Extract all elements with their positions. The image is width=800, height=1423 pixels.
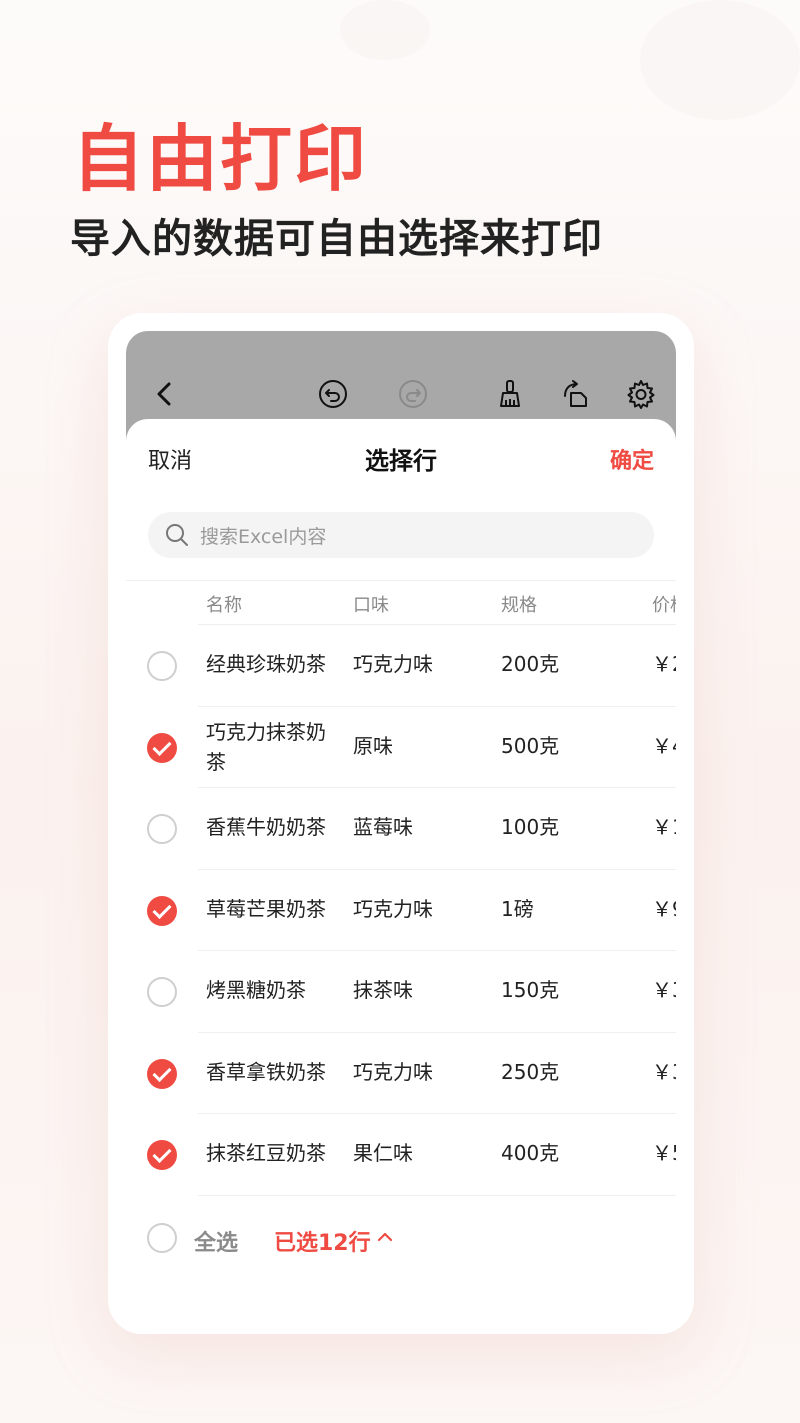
- cell-name: 香草拿铁奶茶: [206, 1059, 326, 1084]
- background-blob: [340, 0, 430, 60]
- app-screen: 取消 选择行 确定 搜索Excel内容 名称 口味 规格 价格: [126, 331, 676, 1334]
- cell-flavor: 蓝莓味: [353, 815, 413, 839]
- clear-icon[interactable]: [493, 377, 527, 411]
- divider: [198, 1194, 676, 1196]
- select-all-label[interactable]: 全选: [194, 1225, 238, 1257]
- column-header-price: 价格: [652, 595, 676, 616]
- cell-spec: 200克: [501, 652, 560, 676]
- cell-spec: 1磅: [501, 896, 534, 921]
- search-placeholder: 搜索Excel内容: [200, 525, 327, 548]
- row-checkbox[interactable]: [147, 977, 177, 1007]
- sheet-header: 取消 选择行 确定: [126, 419, 676, 495]
- cell-spec: 150克: [501, 978, 560, 1002]
- redo-icon[interactable]: [396, 377, 430, 411]
- select-all-checkbox[interactable]: [147, 1223, 177, 1253]
- column-header-spec: 规格: [501, 595, 537, 616]
- cell-flavor: 果仁味: [353, 1141, 413, 1165]
- table-row[interactable]: 经典珍珠奶茶 巧克力味 200克 ￥2: [126, 625, 676, 707]
- phone-mockup: 取消 选择行 确定 搜索Excel内容 名称 口味 规格 价格: [108, 313, 694, 1334]
- cell-price: ￥9: [652, 896, 676, 921]
- cell-price: ￥5: [652, 1141, 676, 1165]
- cell-flavor: 抹茶味: [353, 978, 413, 1002]
- cell-name: 抹茶红豆奶茶: [206, 1141, 326, 1165]
- sheet-title: 选择行: [365, 447, 437, 475]
- chevron-up-icon[interactable]: [376, 1225, 394, 1249]
- search-input[interactable]: 搜索Excel内容: [148, 512, 654, 558]
- cell-name: 烤黑糖奶茶: [206, 978, 306, 1002]
- table-row[interactable]: 烤黑糖奶茶 抹茶味 150克 ￥3: [126, 951, 676, 1033]
- back-icon[interactable]: [148, 377, 182, 411]
- table-header: 名称 口味 规格 价格: [126, 581, 676, 625]
- cell-spec: 250克: [501, 1059, 560, 1084]
- cell-name: 香蕉牛奶奶茶: [206, 815, 326, 839]
- cell-flavor: 巧克力味: [353, 896, 433, 921]
- hero-headline: 自由打印: [72, 117, 369, 201]
- search-icon: [166, 524, 188, 546]
- cell-name: 经典珍珠奶茶: [206, 652, 326, 676]
- rotate-icon[interactable]: [558, 377, 592, 411]
- undo-icon[interactable]: [316, 377, 350, 411]
- row-checkbox[interactable]: [147, 814, 177, 844]
- cell-name: 草莓芒果奶茶: [206, 896, 326, 921]
- cell-price: ￥2: [652, 652, 676, 676]
- cell-spec: 100克: [501, 815, 560, 839]
- row-checkbox[interactable]: [147, 895, 177, 926]
- table-row[interactable]: 抹茶红豆奶茶 果仁味 400克 ￥5: [126, 1114, 676, 1196]
- cell-name: 巧克力抹茶奶茶: [206, 719, 326, 774]
- cell-spec: 500克: [501, 733, 560, 758]
- cell-price: ￥3: [652, 978, 676, 1002]
- table-row[interactable]: 香草拿铁奶茶 巧克力味 250克 ￥3: [126, 1033, 676, 1114]
- table-row[interactable]: 巧克力抹茶奶茶 原味 500克 ￥4: [126, 707, 676, 788]
- cell-flavor: 巧克力味: [353, 652, 433, 676]
- table-row[interactable]: 香蕉牛奶奶茶 蓝莓味 100克 ￥1: [126, 788, 676, 870]
- data-table: 名称 口味 规格 价格 经典珍珠奶茶 巧克力味 200克 ￥2 巧克力抹茶奶茶: [126, 581, 676, 1196]
- row-checkbox[interactable]: [147, 1058, 177, 1089]
- column-header-name: 名称: [206, 595, 242, 616]
- settings-icon[interactable]: [624, 377, 658, 411]
- cell-flavor: 巧克力味: [353, 1059, 433, 1084]
- cell-flavor: 原味: [353, 733, 393, 758]
- column-header-flavor: 口味: [353, 595, 389, 616]
- selected-count[interactable]: 已选12行: [274, 1225, 371, 1257]
- hero-subline: 导入的数据可自由选择来打印: [70, 216, 603, 262]
- row-checkbox[interactable]: [147, 1140, 177, 1170]
- cell-spec: 400克: [501, 1141, 560, 1165]
- table-row[interactable]: 草莓芒果奶茶 巧克力味 1磅 ￥9: [126, 870, 676, 951]
- cell-price: ￥4: [652, 733, 676, 758]
- cell-price: ￥3: [652, 1059, 676, 1084]
- background-blob: [640, 0, 800, 120]
- row-checkbox[interactable]: [147, 732, 177, 763]
- select-rows-sheet: 取消 选择行 确定 搜索Excel内容 名称 口味 规格 价格: [126, 419, 676, 1334]
- cell-price: ￥1: [652, 815, 676, 839]
- selection-footer: 全选 已选12行: [126, 1209, 676, 1269]
- confirm-button[interactable]: 确定: [610, 443, 654, 475]
- row-checkbox[interactable]: [147, 651, 177, 681]
